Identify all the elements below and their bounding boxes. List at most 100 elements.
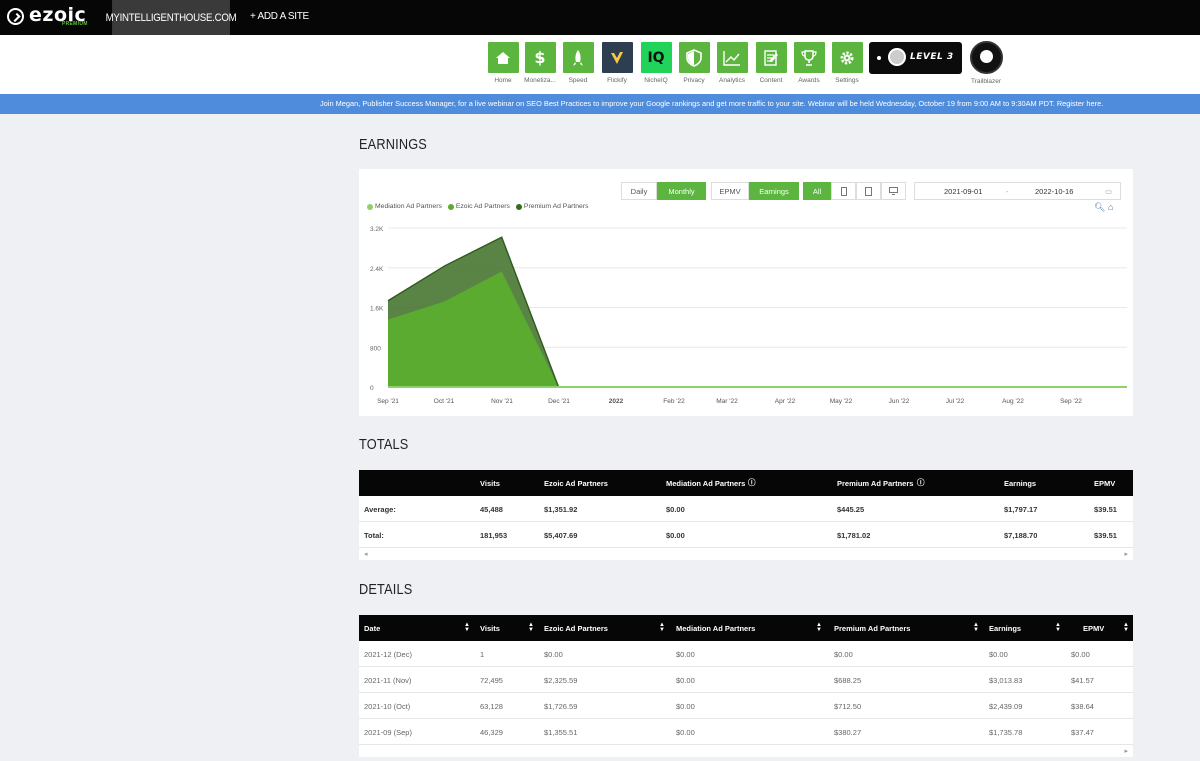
header-premium[interactable]: Premium Ad Partners bbox=[834, 624, 910, 633]
cell-epmv: $37.47 bbox=[1071, 728, 1094, 737]
nav-home[interactable]: Home bbox=[485, 42, 521, 84]
nav-label: Settings bbox=[835, 77, 859, 84]
nav-analytics[interactable]: Analytics bbox=[714, 42, 750, 84]
header-mediation[interactable]: Mediation Ad Partners bbox=[676, 624, 755, 633]
all-devices-toggle[interactable]: All bbox=[803, 182, 831, 200]
legend-ezoic[interactable]: Ezoic Ad Partners bbox=[447, 203, 510, 210]
monthly-toggle[interactable]: Monthly bbox=[657, 182, 706, 200]
cell-visits: 63,128 bbox=[480, 702, 503, 711]
level-badge[interactable]: LEVEL 3 bbox=[869, 42, 962, 74]
calendar-icon[interactable]: ▭ bbox=[1105, 187, 1112, 196]
date-from: 2021-09-01 bbox=[944, 187, 983, 196]
header-visits: Visits bbox=[480, 479, 500, 488]
site-name: MYINTELLIGENTHOUSE.COM bbox=[105, 11, 237, 24]
add-site-link[interactable]: + ADD A SITE bbox=[250, 11, 309, 22]
nav-nicheiq[interactable]: IQ NicheIQ bbox=[638, 42, 674, 84]
trophy-icon bbox=[793, 42, 825, 73]
help-icon[interactable]: ⓘ bbox=[917, 477, 925, 488]
sort-icon[interactable]: ▲ ▼ bbox=[464, 622, 470, 633]
header-visits[interactable]: Visits bbox=[480, 624, 500, 633]
cell-visits: 45,488 bbox=[480, 505, 503, 514]
cell-earnings: $2,439.09 bbox=[989, 702, 1023, 711]
mobile-device-toggle[interactable] bbox=[831, 182, 856, 200]
cell-ezoic: $1,351.92 bbox=[544, 505, 578, 514]
legend-dot bbox=[515, 203, 522, 210]
sort-icon[interactable]: ▲ ▼ bbox=[1123, 622, 1129, 633]
cell-earnings: $1,797.17 bbox=[1004, 505, 1038, 514]
epmv-toggle[interactable]: EPMV bbox=[711, 182, 749, 200]
cell-mediation: $0.00 bbox=[676, 728, 695, 737]
mobile-icon bbox=[840, 186, 847, 196]
ezoic-logo[interactable]: ezoic PREMIUM bbox=[7, 4, 97, 30]
x-tick-label: Feb '22 bbox=[663, 398, 685, 405]
app-nav-bar: Home $ Monetiza... Speed Flickify IQ Nic… bbox=[0, 35, 1200, 94]
trailblazer-label: Trailblazer bbox=[970, 78, 1002, 85]
cell-premium: $0.00 bbox=[834, 650, 853, 659]
cell-visits: 181,953 bbox=[480, 531, 508, 540]
nav-privacy[interactable]: Privacy bbox=[676, 42, 712, 84]
details-title: DETAILS bbox=[359, 581, 413, 598]
x-tick-label: Dec '21 bbox=[548, 398, 570, 405]
iq-icon: IQ bbox=[640, 42, 672, 73]
legend-label: Mediation Ad Partners bbox=[375, 203, 442, 210]
nav-awards[interactable]: Awards bbox=[791, 42, 827, 84]
daily-toggle[interactable]: Daily bbox=[621, 182, 657, 200]
home-reset-icon[interactable]: ⌂ bbox=[1108, 202, 1113, 212]
chart-legend: Mediation Ad Partners Ezoic Ad Partners … bbox=[367, 203, 589, 210]
cell-epmv: $38.64 bbox=[1071, 702, 1094, 711]
level-text: LEVEL 3 bbox=[910, 52, 954, 62]
sort-icon[interactable]: ▲ ▼ bbox=[816, 622, 822, 633]
scroll-right-icon[interactable]: ▸ bbox=[1124, 747, 1128, 755]
nav-speed[interactable]: Speed bbox=[560, 42, 596, 84]
legend-premium[interactable]: Premium Ad Partners bbox=[515, 203, 589, 210]
sort-icon[interactable]: ▲ ▼ bbox=[1055, 622, 1061, 633]
cell-ezoic: $1,726.59 bbox=[544, 702, 578, 711]
trailblazer-badge[interactable]: Trailblazer bbox=[968, 41, 1004, 85]
table-row: 2021-09 (Sep) 46,329 $1,355.51 $0.00 $38… bbox=[359, 719, 1133, 745]
legend-label: Ezoic Ad Partners bbox=[455, 203, 510, 210]
header-epmv: EPMV bbox=[1094, 479, 1116, 488]
help-icon[interactable]: ⓘ bbox=[748, 477, 756, 488]
nav-label: Content bbox=[759, 77, 783, 84]
legend-mediation[interactable]: Mediation Ad Partners bbox=[367, 203, 442, 210]
nav-label: Awards bbox=[798, 77, 820, 84]
y-tick-label: 800 bbox=[370, 345, 381, 352]
shield-icon bbox=[678, 42, 710, 73]
nav-label: Home bbox=[494, 77, 512, 84]
zoom-icon[interactable]: 🔍︎ bbox=[1094, 202, 1105, 212]
nav-label: Privacy bbox=[683, 77, 705, 84]
horizontal-scrollbar[interactable]: ▸ bbox=[359, 745, 1133, 757]
date-range-picker[interactable]: 2021-09-01 - 2022-10-16 ▭ bbox=[914, 182, 1121, 200]
rocket-icon bbox=[562, 42, 594, 73]
tablet-device-toggle[interactable] bbox=[856, 182, 881, 200]
analytics-icon bbox=[716, 42, 748, 73]
nav-monetization[interactable]: $ Monetiza... bbox=[522, 42, 558, 84]
cell-visits: 46,329 bbox=[480, 728, 503, 737]
header-date[interactable]: Date bbox=[364, 624, 380, 633]
earnings-toggle[interactable]: Earnings bbox=[749, 182, 799, 200]
cell-ezoic: $5,407.69 bbox=[544, 531, 578, 540]
site-selector-tab[interactable]: MYINTELLIGENTHOUSE.COM bbox=[106, 0, 237, 35]
x-tick-label: Jun '22 bbox=[889, 398, 910, 405]
sort-icon[interactable]: ▲ ▼ bbox=[528, 622, 534, 633]
nav-settings[interactable]: Settings bbox=[829, 42, 865, 84]
header-earnings[interactable]: Earnings bbox=[989, 624, 1021, 633]
avatar bbox=[888, 48, 906, 66]
desktop-device-toggle[interactable] bbox=[881, 182, 906, 200]
scroll-right-icon[interactable]: ▸ bbox=[1124, 550, 1128, 558]
register-link[interactable]: Register here. bbox=[1057, 99, 1103, 108]
ezoic-area bbox=[388, 271, 1127, 387]
horizontal-scrollbar[interactable]: ◂ ▸ bbox=[359, 548, 1133, 560]
nav-content[interactable]: Content bbox=[753, 42, 789, 84]
sort-icon[interactable]: ▲ ▼ bbox=[973, 622, 979, 633]
level-dot bbox=[877, 56, 881, 60]
nav-flickify[interactable]: Flickify bbox=[599, 42, 635, 84]
totals-header-row: Visits Ezoic Ad Partners Mediation Ad Pa… bbox=[359, 470, 1133, 496]
sort-icon[interactable]: ▲ ▼ bbox=[659, 622, 665, 633]
header-epmv[interactable]: EPMV bbox=[1083, 624, 1104, 633]
scroll-left-icon[interactable]: ◂ bbox=[364, 550, 368, 558]
header-ezoic[interactable]: Ezoic Ad Partners bbox=[544, 624, 608, 633]
nav-label: Analytics bbox=[718, 77, 745, 84]
cell-mediation: $0.00 bbox=[666, 505, 685, 514]
cell-visits: 1 bbox=[480, 650, 485, 659]
